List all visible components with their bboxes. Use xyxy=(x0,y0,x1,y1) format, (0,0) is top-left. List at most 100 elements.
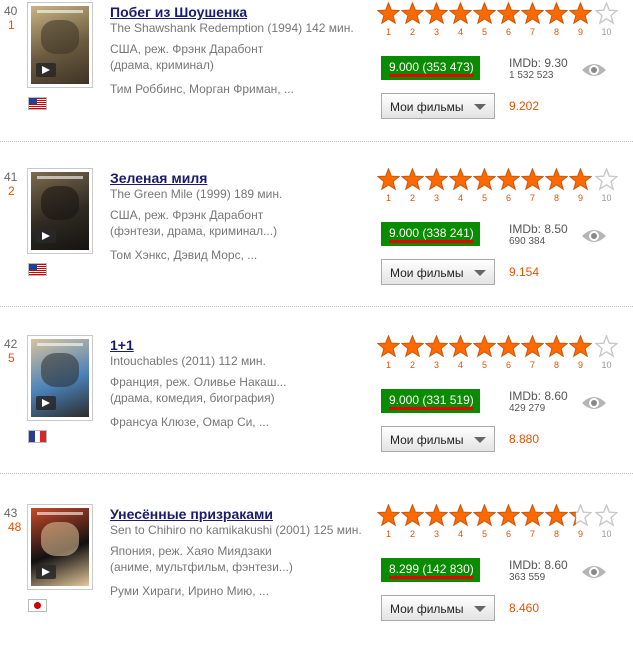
rating-badge: 8.299 (142 830) xyxy=(381,558,480,582)
star-number: 1 xyxy=(385,193,391,203)
star-icon[interactable] xyxy=(544,334,569,358)
film-poster[interactable] xyxy=(27,168,93,254)
country-director: Франция, реж. Оливье Накаш... xyxy=(110,375,287,389)
rating-votes: (331 519) xyxy=(422,393,474,407)
star-icon[interactable] xyxy=(472,167,497,191)
star-number: 8 xyxy=(553,27,559,37)
actors: Том Хэнкс, Дэвид Морс, ... xyxy=(110,248,258,262)
star-icon[interactable] xyxy=(520,503,545,527)
star-icon[interactable] xyxy=(400,167,425,191)
star-number: 3 xyxy=(433,360,439,370)
star-icon[interactable] xyxy=(544,1,569,25)
film-entry: 42 5 1+1 Intouchables (2011) 112 мин. Фр… xyxy=(0,333,633,501)
star-number: 4 xyxy=(457,529,463,539)
my-films-dropdown[interactable]: Мои фильмы xyxy=(381,259,495,285)
genres: (фэнтези, драма, криминал...) xyxy=(110,224,278,238)
star-icon[interactable] xyxy=(376,1,401,25)
film-title-link[interactable]: Зеленая миля xyxy=(110,170,207,186)
film-title-link[interactable]: 1+1 xyxy=(110,337,134,353)
star-icon[interactable] xyxy=(568,503,593,527)
star-icon[interactable] xyxy=(424,503,449,527)
star-icon[interactable] xyxy=(424,167,449,191)
original-title: The Shawshank Redemption (1994) 142 мин. xyxy=(110,21,354,35)
star-number: 6 xyxy=(505,529,511,539)
eye-icon[interactable] xyxy=(581,227,607,245)
star-rating[interactable]: 1 2 3 4 5 6 7 8 9 10 xyxy=(376,503,619,542)
star-icon[interactable] xyxy=(424,1,449,25)
star-icon[interactable] xyxy=(376,503,401,527)
genres: (драма, криминал) xyxy=(110,58,214,72)
film-poster[interactable] xyxy=(27,504,93,590)
rating-badge: 9.000 (353 473) xyxy=(381,56,480,80)
eye-icon[interactable] xyxy=(581,61,607,79)
chevron-down-icon xyxy=(474,270,486,276)
rank-change: 2 xyxy=(8,184,15,198)
star-icon[interactable] xyxy=(448,1,473,25)
star-icon[interactable] xyxy=(400,334,425,358)
my-films-dropdown[interactable]: Мои фильмы xyxy=(381,93,495,119)
film-poster[interactable] xyxy=(27,2,93,88)
star-icon[interactable] xyxy=(544,167,569,191)
actors: Руми Хираги, Ирино Мию, ... xyxy=(110,584,269,598)
star-number: 2 xyxy=(409,193,415,203)
star-number: 2 xyxy=(409,27,415,37)
play-trailer-icon[interactable] xyxy=(36,229,56,243)
star-icon[interactable] xyxy=(496,1,521,25)
star-icon[interactable] xyxy=(568,167,593,191)
my-films-label: Мои фильмы xyxy=(390,433,464,447)
star-icon[interactable] xyxy=(544,503,569,527)
rating-votes: (353 473) xyxy=(422,60,474,74)
play-trailer-icon[interactable] xyxy=(36,396,56,410)
star-icon[interactable] xyxy=(520,1,545,25)
star-icon[interactable] xyxy=(400,503,425,527)
star-icon[interactable] xyxy=(376,334,401,358)
star-icon[interactable] xyxy=(472,503,497,527)
star-icon[interactable] xyxy=(594,167,619,191)
rating-votes: (142 830) xyxy=(422,562,474,576)
play-trailer-icon[interactable] xyxy=(36,565,56,579)
star-icon[interactable] xyxy=(594,334,619,358)
star-icon[interactable] xyxy=(496,503,521,527)
star-icon[interactable] xyxy=(568,1,593,25)
my-films-dropdown[interactable]: Мои фильмы xyxy=(381,595,495,621)
eye-icon[interactable] xyxy=(581,394,607,412)
user-rating: 9.202 xyxy=(509,99,540,113)
original-title: Intouchables (2011) 112 мин. xyxy=(110,354,266,368)
star-number: 1 xyxy=(385,529,391,539)
film-title-link[interactable]: Унесённые призраками xyxy=(110,506,273,522)
star-icon[interactable] xyxy=(496,167,521,191)
eye-icon[interactable] xyxy=(581,563,607,581)
country-director: Япония, реж. Хаяо Миядзаки xyxy=(110,544,272,558)
imdb-rating: IMDb: 8.60 xyxy=(509,389,568,403)
star-icon[interactable] xyxy=(376,167,401,191)
star-rating[interactable]: 1 2 3 4 5 6 7 8 9 10 xyxy=(376,334,619,373)
star-icon[interactable] xyxy=(400,1,425,25)
star-icon[interactable] xyxy=(472,1,497,25)
imdb-votes: 1 532 523 xyxy=(509,70,554,81)
star-icon[interactable] xyxy=(520,167,545,191)
star-icon[interactable] xyxy=(568,334,593,358)
star-icon[interactable] xyxy=(594,503,619,527)
film-entry: 41 2 Зеленая миля The Green Mile (1999) … xyxy=(0,166,633,334)
rating-badge: 9.000 (331 519) xyxy=(381,389,480,413)
chevron-down-icon xyxy=(474,606,486,612)
star-icon[interactable] xyxy=(448,334,473,358)
star-rating[interactable]: 1 2 3 4 5 6 7 8 9 10 xyxy=(376,167,619,206)
star-icon[interactable] xyxy=(472,334,497,358)
star-icon[interactable] xyxy=(520,334,545,358)
star-icon[interactable] xyxy=(496,334,521,358)
star-icon[interactable] xyxy=(448,503,473,527)
user-rating: 8.880 xyxy=(509,432,540,446)
genres: (аниме, мультфильм, фэнтези...) xyxy=(110,560,293,574)
star-icon[interactable] xyxy=(448,167,473,191)
my-films-dropdown[interactable]: Мои фильмы xyxy=(381,426,495,452)
star-icon[interactable] xyxy=(424,334,449,358)
star-number: 10 xyxy=(601,529,612,539)
star-icon[interactable] xyxy=(594,1,619,25)
play-trailer-icon[interactable] xyxy=(36,63,56,77)
star-rating[interactable]: 1 2 3 4 5 6 7 8 9 10 xyxy=(376,1,619,40)
star-number: 4 xyxy=(457,193,463,203)
star-number: 3 xyxy=(433,529,439,539)
film-title-link[interactable]: Побег из Шоушенка xyxy=(110,4,247,20)
film-poster[interactable] xyxy=(27,335,93,421)
